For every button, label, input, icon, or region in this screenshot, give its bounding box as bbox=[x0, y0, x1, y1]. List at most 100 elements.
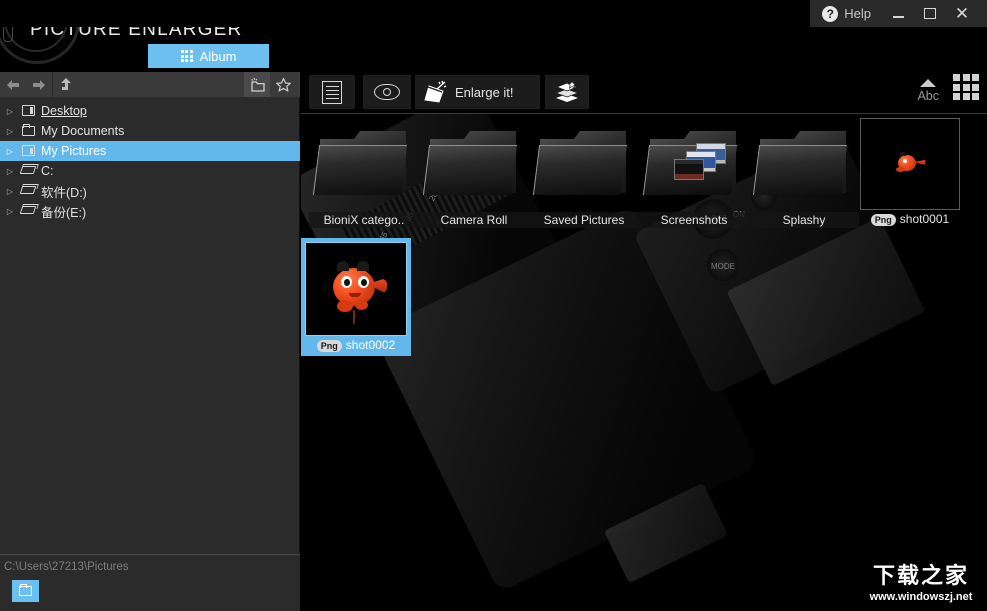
fish-image-small bbox=[888, 147, 932, 181]
enlarge-button[interactable]: Enlarge it! bbox=[415, 75, 540, 109]
list-item[interactable]: Saved Pictures bbox=[529, 118, 639, 228]
folder-thumbnail bbox=[529, 118, 639, 210]
wand-icon bbox=[423, 80, 449, 104]
list-item[interactable]: Screenshots bbox=[639, 118, 749, 228]
item-label-row: Png shot0002 bbox=[305, 338, 407, 352]
folder-tree: ▷ Desktop ▷ My Documents ▷ My Pictures ▷… bbox=[0, 97, 300, 221]
image-thumbnail bbox=[855, 118, 965, 210]
watermark: 下载之家 www.windowszj.net bbox=[855, 557, 987, 611]
grid-view-icon bbox=[953, 74, 979, 100]
preview-button[interactable] bbox=[363, 75, 411, 109]
file-type-badge: Png bbox=[316, 339, 342, 352]
toolbar-right-actions: Abc bbox=[917, 74, 979, 103]
sidebar-item-desktop[interactable]: ▷ Desktop bbox=[0, 101, 300, 121]
grid-icon bbox=[180, 50, 193, 62]
folder-thumbnail bbox=[749, 118, 859, 210]
monitor-icon bbox=[21, 104, 36, 118]
favorite-button[interactable] bbox=[270, 72, 296, 97]
chevron-right-icon[interactable]: ▷ bbox=[4, 187, 16, 196]
folder-icon bbox=[752, 127, 852, 201]
sidebar-nav-actions bbox=[244, 72, 296, 97]
sidebar-nav-bar bbox=[0, 72, 300, 97]
new-folder-button[interactable] bbox=[244, 72, 270, 97]
batch-stack-icon bbox=[554, 80, 580, 104]
path-area: C:\Users\27213\Pictures bbox=[0, 554, 300, 611]
help-icon: ? bbox=[822, 5, 839, 22]
disk-icon bbox=[19, 184, 37, 198]
list-item[interactable]: BioniX catego.. bbox=[309, 118, 419, 228]
item-label: Screenshots bbox=[639, 212, 749, 228]
folder-thumbnail bbox=[639, 118, 749, 210]
chevron-right-icon[interactable]: ▷ bbox=[4, 127, 16, 136]
image-tile bbox=[305, 242, 407, 336]
sidebar-item-label: C: bbox=[41, 164, 54, 178]
view-mode-button[interactable] bbox=[953, 74, 979, 103]
list-item[interactable]: Splashy bbox=[749, 118, 859, 228]
sidebar-item-my-pictures[interactable]: ▷ My Pictures bbox=[0, 141, 300, 161]
sidebar-item-c-drive[interactable]: ▷ C: bbox=[0, 161, 300, 181]
close-button[interactable]: ✕ bbox=[947, 0, 977, 27]
sidebar-item-d-drive[interactable]: ▷ 软件(D:) bbox=[0, 181, 300, 201]
folder-thumbnail bbox=[309, 118, 419, 210]
arrow-up-icon bbox=[61, 78, 71, 90]
image-tile bbox=[860, 118, 960, 210]
sidebar-panel: ▷ Desktop ▷ My Documents ▷ My Pictures ▷… bbox=[0, 72, 300, 611]
help-button[interactable]: ? Help bbox=[822, 5, 881, 22]
sidebar-item-label: 备份(E:) bbox=[41, 205, 87, 220]
open-folder-button[interactable] bbox=[12, 580, 39, 602]
window-controls: ? Help ✕ bbox=[810, 0, 987, 27]
folder-icon bbox=[19, 583, 32, 596]
document-icon bbox=[322, 80, 342, 104]
album-button-label: Album bbox=[199, 48, 237, 64]
sort-button[interactable]: Abc bbox=[917, 79, 939, 103]
forward-button[interactable] bbox=[26, 72, 52, 97]
sidebar-item-label: Desktop bbox=[41, 104, 87, 118]
maximize-button[interactable] bbox=[915, 0, 945, 27]
folder-icon bbox=[312, 127, 412, 201]
help-label: Help bbox=[844, 6, 871, 21]
new-folder-icon bbox=[250, 77, 265, 92]
list-item[interactable]: Camera Roll bbox=[419, 118, 529, 228]
fish-image-large bbox=[321, 252, 391, 326]
folder-icon bbox=[21, 123, 36, 138]
current-path: C:\Users\27213\Pictures bbox=[4, 561, 129, 573]
arrow-right-icon bbox=[33, 79, 45, 90]
maximize-icon bbox=[924, 8, 936, 19]
sidebar-item-label: My Pictures bbox=[41, 144, 107, 158]
chevron-right-icon[interactable]: ▷ bbox=[4, 107, 16, 116]
watermark-url: www.windowszj.net bbox=[869, 590, 973, 603]
item-label: Saved Pictures bbox=[529, 212, 639, 228]
chevron-right-icon[interactable]: ▷ bbox=[4, 167, 16, 176]
folder-preview-images bbox=[674, 143, 728, 181]
close-icon: ✕ bbox=[954, 4, 970, 23]
file-type-badge: Png bbox=[870, 213, 896, 226]
file-info-button[interactable] bbox=[309, 75, 355, 109]
up-button[interactable] bbox=[53, 72, 79, 97]
sidebar-item-label: My Documents bbox=[41, 124, 125, 138]
disk-icon bbox=[19, 164, 37, 178]
item-label: Splashy bbox=[749, 212, 859, 228]
chevron-right-icon[interactable]: ▷ bbox=[4, 147, 16, 156]
minimize-icon bbox=[892, 16, 904, 18]
back-button[interactable] bbox=[0, 72, 26, 97]
sidebar-item-e-drive[interactable]: ▷ 备份(E:) bbox=[0, 201, 300, 221]
app-window: STEPOK PICTURE ENLARGER Album ? Help ✕ bbox=[0, 0, 987, 611]
sidebar-item-my-documents[interactable]: ▷ My Documents bbox=[0, 121, 300, 141]
folder-icon bbox=[642, 127, 742, 201]
eye-icon bbox=[374, 84, 400, 100]
folder-thumbnail bbox=[419, 118, 529, 210]
list-item-selected[interactable]: Png shot0002 bbox=[301, 238, 411, 356]
chevron-right-icon[interactable]: ▷ bbox=[4, 207, 16, 216]
batch-button[interactable] bbox=[545, 75, 589, 109]
star-icon bbox=[275, 77, 291, 92]
main-toolbar: Enlarge it! Abc bbox=[301, 72, 987, 112]
folder-icon bbox=[532, 127, 632, 201]
pictures-icon bbox=[21, 144, 36, 158]
list-item[interactable]: Png shot0001 bbox=[855, 118, 965, 226]
album-button[interactable]: Album bbox=[148, 44, 269, 68]
item-grid: BioniX catego.. Camera Roll Saved Pictur… bbox=[301, 114, 987, 611]
minimize-button[interactable] bbox=[883, 0, 913, 27]
disk-icon bbox=[19, 204, 37, 218]
item-label: shot0001 bbox=[899, 212, 950, 226]
item-label: BioniX catego.. bbox=[309, 212, 419, 228]
